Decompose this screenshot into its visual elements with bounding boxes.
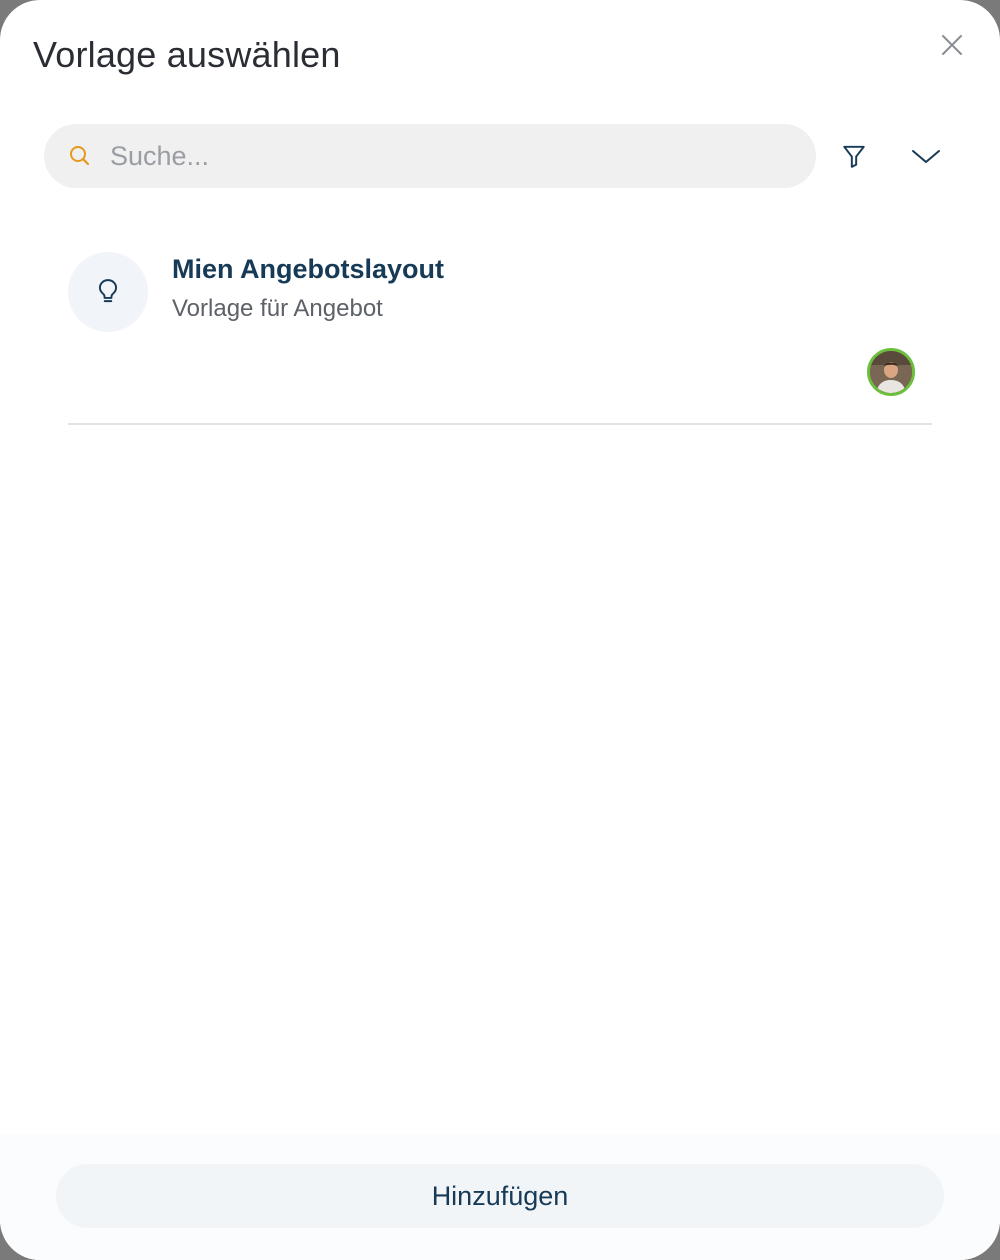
search-icon [70,146,90,166]
user-avatar [867,348,915,396]
dialog-title: Vorlage auswählen [33,34,341,75]
avatar-image [870,351,912,393]
add-button[interactable]: Hinzufügen [56,1164,944,1228]
chevron-down-icon [912,150,940,163]
filter-icon [843,145,865,168]
template-subtitle: Vorlage für Angebot [172,295,383,322]
select-template-dialog: Vorlage auswählen Mien Angebotslayout [0,0,1000,1260]
filter-button[interactable] [834,138,874,174]
search-input[interactable] [110,124,800,188]
close-button[interactable] [934,27,970,63]
lightbulb-icon [98,279,118,303]
template-title: Mien Angebotslayout [172,254,445,284]
search-bar[interactable] [44,124,816,188]
template-icon-badge [68,252,148,332]
close-icon [942,35,962,55]
dialog-footer: Hinzufügen [0,1134,1000,1260]
expand-button[interactable] [906,138,946,174]
template-list-item[interactable]: Mien Angebotslayout Vorlage für Angebot [68,236,932,425]
